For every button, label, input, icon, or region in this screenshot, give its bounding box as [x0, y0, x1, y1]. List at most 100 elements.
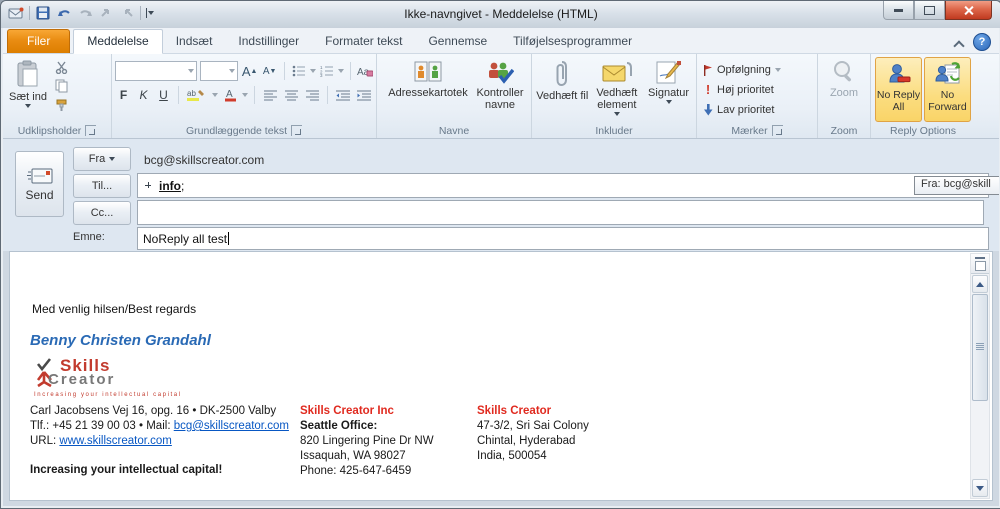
from-button[interactable]: Fra — [73, 147, 131, 171]
tab-options[interactable]: Indstillinger — [225, 30, 312, 53]
minimize-icon — [894, 9, 903, 12]
group-label-zoom: Zoom — [831, 125, 858, 137]
high-priority-button[interactable]: ! Høj prioritet — [700, 80, 784, 99]
format-painter-icon[interactable] — [52, 97, 70, 113]
signature-column-seattle: Skills Creator Inc Seattle Office: 820 L… — [300, 404, 480, 479]
ribbon: Sæt ind Udklipsholder — [3, 54, 999, 139]
title-bar: Ikke-navngivet - Meddelelse (HTML) — [1, 1, 1000, 28]
align-left-icon[interactable] — [261, 87, 279, 103]
recipient-chip[interactable]: info — [159, 179, 181, 193]
check-names-button[interactable]: Kontroller navne — [474, 56, 526, 123]
signature-column-denmark: Carl Jacobsens Vej 16, opg. 16 • DK-2500… — [30, 404, 300, 478]
attach-item-button[interactable]: Vedhæft element — [590, 56, 645, 123]
address-line: Issaquah, WA 98027 — [300, 449, 480, 464]
logo-tagline: Increasing your intellectual capital — [34, 392, 174, 398]
maximize-button[interactable] — [914, 1, 945, 20]
clipboard-dialog-launcher-icon[interactable] — [85, 125, 96, 136]
tab-format-text[interactable]: Formater tekst — [312, 30, 415, 53]
expand-recipient-icon[interactable] — [143, 180, 154, 191]
scrollbar-top-button[interactable] — [971, 254, 989, 274]
help-icon[interactable]: ? — [973, 33, 991, 51]
paste-icon — [15, 60, 41, 88]
scroll-down-button[interactable] — [972, 479, 988, 497]
italic-button[interactable]: K — [135, 87, 152, 104]
tab-insert[interactable]: Indsæt — [163, 30, 226, 53]
minimize-ribbon-icon[interactable] — [955, 40, 963, 45]
align-right-icon[interactable] — [303, 87, 321, 103]
copy-icon[interactable] — [52, 78, 70, 94]
close-button[interactable] — [945, 1, 992, 20]
no-reply-all-button[interactable]: No Reply All — [875, 57, 922, 122]
font-color-icon[interactable]: A — [221, 87, 239, 103]
paste-button[interactable]: Sæt ind — [6, 56, 50, 123]
address-line: 820 Lingering Pine Dr NW — [300, 434, 480, 449]
message-header-form: Send Fra bcg@skillscreator.com Til... in… — [3, 139, 999, 251]
grow-font-icon[interactable]: A▲ — [241, 63, 258, 80]
sender-name: Benny Christen Grandahl — [30, 332, 211, 349]
shrink-font-icon[interactable]: A▼ — [261, 63, 278, 80]
no-forward-button[interactable]: No Forward — [924, 57, 971, 122]
subject-field[interactable]: NoReply all test — [137, 227, 989, 250]
svg-text:3: 3 — [320, 73, 323, 77]
group-label-clipboard: Udklipsholder — [18, 125, 82, 137]
cc-button[interactable]: Cc... — [73, 201, 131, 225]
tab-file[interactable]: Filer — [7, 29, 70, 53]
to-button[interactable]: Til... — [73, 174, 131, 198]
url-line: URL: www.skillscreator.com — [30, 434, 300, 449]
group-zoom: Zoom Zoom — [818, 54, 871, 138]
numbering-dropdown-icon[interactable] — [338, 69, 344, 73]
window-controls — [883, 1, 992, 20]
paste-dropdown-icon — [25, 104, 31, 108]
vertical-scrollbar[interactable] — [970, 253, 990, 499]
from-dropdown-icon — [109, 157, 115, 161]
check-names-icon — [486, 60, 514, 84]
numbering-icon[interactable]: 123 — [319, 63, 335, 79]
tab-review[interactable]: Gennemse — [415, 30, 500, 53]
attach-item-icon — [602, 60, 632, 84]
cut-icon[interactable] — [52, 59, 70, 75]
send-button[interactable]: Send — [15, 151, 64, 217]
group-tags: Opfølgning ! Høj prioritet Lav prioritet… — [697, 54, 818, 138]
attach-file-button[interactable]: Vedhæft fil — [535, 56, 590, 123]
low-priority-button[interactable]: Lav prioritet — [700, 100, 784, 119]
signature-button[interactable]: Signatur — [644, 56, 693, 123]
increase-indent-icon[interactable] — [355, 87, 373, 103]
page-icon — [975, 261, 986, 271]
group-names: Adressekartotek Kontroller navne Navne — [377, 54, 532, 138]
font-name-combobox[interactable] — [115, 61, 197, 81]
group-label-basic-text: Grundlæggende tekst — [186, 125, 287, 137]
website-link[interactable]: www.skillscreator.com — [59, 435, 171, 447]
bullets-dropdown-icon[interactable] — [310, 69, 316, 73]
tags-dialog-launcher-icon[interactable] — [772, 125, 783, 136]
address-line: Carl Jacobsens Vej 16, opg. 16 • DK-2500… — [30, 404, 300, 419]
tab-addins[interactable]: Tilføjelsesprogrammer — [500, 30, 645, 53]
bullets-icon[interactable] — [291, 63, 307, 79]
highlight-color-icon[interactable]: ab — [185, 87, 209, 103]
minimize-button[interactable] — [883, 1, 914, 20]
tab-message[interactable]: Meddelelse — [73, 29, 162, 54]
underline-button[interactable]: U — [155, 87, 172, 104]
scroll-up-icon — [976, 282, 984, 287]
address-book-button[interactable]: Adressekartotek — [382, 56, 474, 123]
zoom-button: Zoom — [823, 56, 865, 123]
address-book-icon — [413, 60, 443, 84]
group-label-tags: Mærker — [731, 125, 767, 137]
from-address: bcg@skillscreator.com — [144, 153, 264, 167]
font-size-combobox[interactable] — [200, 61, 238, 81]
align-center-icon[interactable] — [282, 87, 300, 103]
bold-button[interactable]: F — [115, 87, 132, 104]
low-priority-icon — [703, 104, 713, 116]
decrease-indent-icon[interactable] — [334, 87, 352, 103]
signature-icon — [656, 60, 682, 84]
to-field[interactable]: info ; — [137, 173, 989, 198]
message-body[interactable]: Med venlig hilsen/Best regards Benny Chr… — [9, 251, 993, 501]
cc-field[interactable] — [137, 200, 984, 225]
scroll-up-button[interactable] — [972, 275, 988, 293]
scrollbar-thumb[interactable] — [972, 294, 988, 401]
email-link[interactable]: bcg@skillscreator.com — [174, 420, 289, 432]
clear-formatting-icon[interactable]: Aa — [357, 63, 373, 79]
close-icon — [963, 5, 974, 16]
text-caret — [228, 232, 229, 245]
basic-text-dialog-launcher-icon[interactable] — [291, 125, 302, 136]
follow-up-button[interactable]: Opfølgning — [700, 60, 784, 79]
